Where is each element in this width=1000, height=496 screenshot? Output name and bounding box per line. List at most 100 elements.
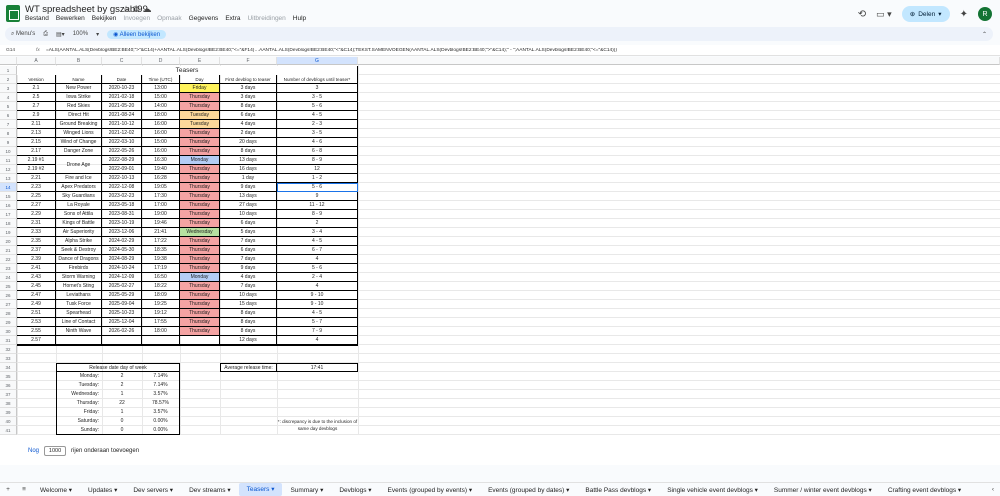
tab-events-grouped-by-events-[interactable]: Events (grouped by events) ▾ <box>380 486 481 494</box>
row-header-21[interactable]: 21 <box>0 246 17 255</box>
row-header-10[interactable]: 10 <box>0 147 17 156</box>
tab-devblogs[interactable]: Devblogs ▾ <box>331 486 379 494</box>
tab-dev-servers[interactable]: Dev servers ▾ <box>125 486 181 494</box>
row-header-19[interactable]: 19 <box>0 228 17 237</box>
collapse-icon[interactable]: ⌃ <box>982 31 987 38</box>
sheets-logo-icon[interactable] <box>6 5 20 22</box>
add-sheet-icon[interactable]: + <box>0 486 16 493</box>
row-header-11[interactable]: 11 <box>0 156 17 165</box>
print-icon[interactable]: ⎙ <box>43 31 48 38</box>
tab-teasers[interactable]: Teasers ▾ <box>238 483 283 496</box>
menu-uitbreidingen[interactable]: Uitbreidingen <box>247 15 285 22</box>
tab-battle-pass-devblogs[interactable]: Battle Pass devblogs ▾ <box>577 486 659 494</box>
tab-crafting-event-devblogs[interactable]: Crafting event devblogs ▾ <box>880 486 969 494</box>
formula-input[interactable]: =ALS(AANTAL.ALS(Devblogs!BE2:BE40;">"&C1… <box>46 48 617 53</box>
row-header-41[interactable]: 41 <box>0 426 17 435</box>
menu-bewerken[interactable]: Bewerken <box>56 15 85 22</box>
row-header-1[interactable]: 1 <box>0 66 17 75</box>
column-header-a[interactable]: A <box>17 57 56 65</box>
all-sheets-icon[interactable]: ≡ <box>16 486 32 493</box>
table-cell: 15:00 <box>142 138 180 147</box>
row-header-2[interactable]: 2 <box>0 75 17 84</box>
row-header-12[interactable]: 12 <box>0 165 17 174</box>
row-header-36[interactable]: 36 <box>0 381 17 390</box>
row-header-38[interactable]: 38 <box>0 399 17 408</box>
gemini-icon[interactable]: ✦ <box>960 9 968 20</box>
row-header-34[interactable]: 34 <box>0 363 17 372</box>
tab-welcome[interactable]: Welcome ▾ <box>32 486 80 494</box>
menu-bestand[interactable]: Bestand <box>25 15 49 22</box>
select-all-corner[interactable] <box>0 57 17 65</box>
paint-format-icon[interactable]: ▤▾ <box>56 31 65 38</box>
add-rows-button[interactable]: Nog <box>28 448 39 454</box>
row-header-22[interactable]: 22 <box>0 255 17 264</box>
tab-events-grouped-by-dates-[interactable]: Events (grouped by dates) ▾ <box>480 486 577 494</box>
row-header-15[interactable]: 15 <box>0 192 17 201</box>
row-header-6[interactable]: 6 <box>0 111 17 120</box>
row-header-39[interactable]: 39 <box>0 408 17 417</box>
tab-updates[interactable]: Updates ▾ <box>80 486 125 494</box>
tab-dev-streams[interactable]: Dev streams ▾ <box>181 486 239 494</box>
row-header-26[interactable]: 26 <box>0 291 17 300</box>
globe-icon: ⊕ <box>909 11 916 18</box>
column-header-f[interactable]: F <box>220 57 277 65</box>
column-header-d[interactable]: D <box>142 57 180 65</box>
row-header-32[interactable]: 32 <box>0 345 17 354</box>
row-header-40[interactable]: 40 <box>0 417 17 426</box>
view-only-button[interactable]: ◉ Alleen bekijken <box>107 29 167 39</box>
row-header-37[interactable]: 37 <box>0 390 17 399</box>
menu-hulp[interactable]: Hulp <box>293 15 306 22</box>
row-header-20[interactable]: 20 <box>0 237 17 246</box>
row-header-30[interactable]: 30 <box>0 327 17 336</box>
avatar[interactable]: R <box>978 7 992 21</box>
name-box[interactable]: G14 <box>0 48 36 53</box>
scroll-tabs-icon[interactable]: ‹ <box>992 486 994 493</box>
column-header-c[interactable]: C <box>102 57 142 65</box>
sheet-grid[interactable]: A B C D E F G 1 2 3 4 5 6 7 8 9 10 11 12 13 14 15 16 17 18 19 20 21… <box>0 57 1000 465</box>
row-header-29[interactable]: 29 <box>0 318 17 327</box>
column-header-b[interactable]: B <box>56 57 102 65</box>
menu-opmaak[interactable]: Opmaak <box>157 15 182 22</box>
zoom-select[interactable]: 100% <box>73 31 88 37</box>
tab-summary[interactable]: Summary ▾ <box>282 486 331 494</box>
meet-icon[interactable]: ▭ ▾ <box>876 9 892 20</box>
row-header-17[interactable]: 17 <box>0 210 17 219</box>
star-icon[interactable]: ☆ <box>122 4 133 14</box>
row-header-16[interactable]: 16 <box>0 201 17 210</box>
row-header-13[interactable]: 13 <box>0 174 17 183</box>
tab-summer-winter-event-devblogs[interactable]: Summer / winter event devblogs ▾ <box>766 486 880 494</box>
rows-count-input[interactable]: 1000 <box>44 446 67 456</box>
row-header-35[interactable]: 35 <box>0 372 17 381</box>
row-header-8[interactable]: 8 <box>0 129 17 138</box>
row-header-7[interactable]: 7 <box>0 120 17 129</box>
move-icon[interactable]: ⧉ <box>133 4 142 14</box>
column-header-e[interactable]: E <box>180 57 220 65</box>
history-icon[interactable]: ⟲ <box>858 9 866 20</box>
chevron-down-icon[interactable]: ▾ <box>96 31 99 38</box>
row-header-33[interactable]: 33 <box>0 354 17 363</box>
menu-invoegen[interactable]: Invoegen <box>123 15 150 22</box>
column-header-g[interactable]: G <box>277 57 358 65</box>
row-header-14[interactable]: 14 <box>0 183 17 192</box>
gridline <box>17 353 1000 354</box>
row-header-23[interactable]: 23 <box>0 264 17 273</box>
share-button[interactable]: ⊕ Delen ▾ <box>901 6 950 22</box>
tab-single-vehicle-event-devblogs[interactable]: Single vehicle event devblogs ▾ <box>659 486 766 494</box>
selected-cell[interactable]: 5 - 6 <box>277 183 358 192</box>
menu-bekijken[interactable]: Bekijken <box>92 15 117 22</box>
row-header-31[interactable]: 31 <box>0 336 17 345</box>
row-header-25[interactable]: 25 <box>0 282 17 291</box>
row-header-28[interactable]: 28 <box>0 309 17 318</box>
row-header-18[interactable]: 18 <box>0 219 17 228</box>
row-header-4[interactable]: 4 <box>0 93 17 102</box>
cloud-icon[interactable]: ☁ <box>143 4 155 14</box>
row-header-3[interactable]: 3 <box>0 84 17 93</box>
row-header-27[interactable]: 27 <box>0 300 17 309</box>
search-menus[interactable]: ⌕ Menu's <box>11 31 35 38</box>
row-header-9[interactable]: 9 <box>0 138 17 147</box>
row-header-5[interactable]: 5 <box>0 102 17 111</box>
table-cell: 2023-10-19 <box>102 219 142 228</box>
menu-extra[interactable]: Extra <box>225 15 240 22</box>
row-header-24[interactable]: 24 <box>0 273 17 282</box>
menu-gegevens[interactable]: Gegevens <box>189 15 219 22</box>
